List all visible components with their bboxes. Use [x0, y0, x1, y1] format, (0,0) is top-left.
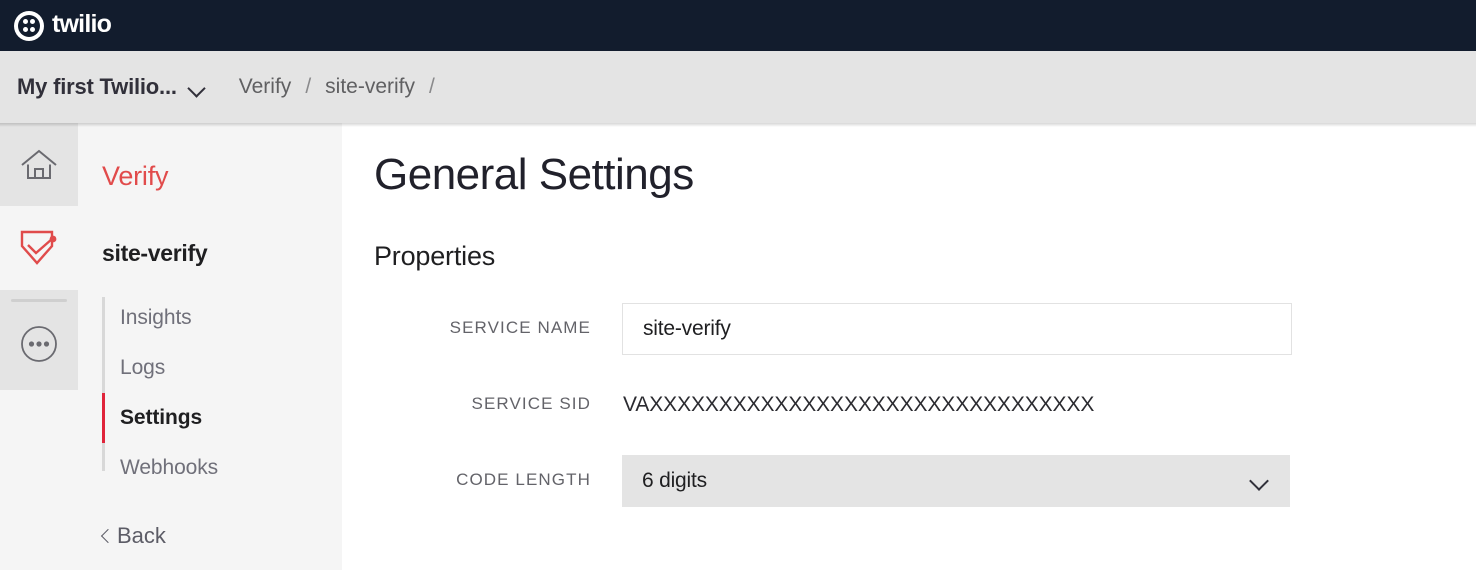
- service-name-input[interactable]: [622, 303, 1292, 355]
- verify-shield-check-icon: [20, 230, 57, 265]
- back-button[interactable]: Back: [101, 523, 166, 549]
- sidebar-service-name[interactable]: site-verify: [102, 240, 208, 267]
- breadcrumb-bar: My first Twilio... Verify / site-verify …: [0, 51, 1476, 123]
- sidebar-item-settings[interactable]: Settings: [102, 393, 332, 443]
- twilio-logo-dots: [22, 19, 36, 32]
- service-sid-label: SERVICE SID: [471, 394, 591, 413]
- more-ellipsis-icon: [21, 326, 57, 362]
- breadcrumb-separator: /: [305, 75, 312, 98]
- twilio-logo-icon: [14, 10, 44, 41]
- home-icon: [21, 149, 57, 179]
- main-content: General Settings Properties SERVICE NAME…: [342, 123, 1476, 570]
- form-row-service-name: SERVICE NAME: [342, 303, 1476, 355]
- account-switcher[interactable]: My first Twilio...: [17, 74, 205, 100]
- brand-wordmark: twilio: [52, 10, 112, 38]
- section-title-properties: Properties: [374, 241, 496, 271]
- sidebar: Verify site-verify Insights Logs Setting…: [78, 123, 342, 570]
- sidebar-item-logs[interactable]: Logs: [102, 343, 332, 393]
- app-header: twilio: [0, 0, 1476, 51]
- properties-form: SERVICE NAME SERVICE SID VAXXXXXXXXXXXXX…: [342, 303, 1476, 531]
- rail-item-more[interactable]: [0, 290, 78, 390]
- back-button-label: Back: [117, 523, 166, 548]
- sidebar-item-insights[interactable]: Insights: [102, 293, 332, 343]
- icon-rail: [0, 123, 78, 570]
- sidebar-nav: Insights Logs Settings Webhooks: [102, 293, 332, 493]
- form-row-code-length: CODE LENGTH 6 digits: [342, 455, 1476, 507]
- code-length-label: CODE LENGTH: [456, 470, 591, 489]
- chevron-left-icon: [101, 529, 110, 543]
- form-row-service-sid: SERVICE SID VAXXXXXXXXXXXXXXXXXXXXXXXXXX…: [342, 379, 1476, 431]
- account-name: My first Twilio...: [17, 74, 177, 99]
- sidebar-item-webhooks[interactable]: Webhooks: [102, 443, 332, 493]
- service-name-label: SERVICE NAME: [449, 318, 591, 337]
- breadcrumb: Verify / site-verify /: [239, 75, 435, 99]
- rail-item-home[interactable]: [0, 123, 78, 206]
- page-title: General Settings: [374, 150, 694, 199]
- code-length-select[interactable]: 6 digits: [622, 455, 1290, 507]
- code-length-select-wrap: 6 digits: [622, 455, 1290, 507]
- chevron-down-icon: [188, 82, 205, 92]
- breadcrumb-item-verify[interactable]: Verify: [239, 75, 292, 99]
- breadcrumb-item-site-verify[interactable]: site-verify: [325, 75, 415, 99]
- sidebar-product-title[interactable]: Verify: [102, 161, 169, 192]
- breadcrumb-separator-trailing: /: [429, 75, 435, 98]
- rail-divider: [11, 299, 67, 302]
- service-sid-value: VAXXXXXXXXXXXXXXXXXXXXXXXXXXXXXXXX: [623, 393, 1095, 416]
- rail-item-verify[interactable]: [0, 206, 78, 290]
- twilio-logo[interactable]: twilio: [14, 10, 112, 41]
